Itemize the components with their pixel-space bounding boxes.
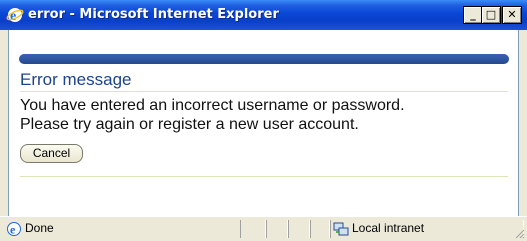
status-pane [240, 220, 266, 238]
cancel-button[interactable]: Cancel [20, 144, 83, 163]
page-content: Error message You have entered an incorr… [8, 30, 519, 216]
close-button[interactable]: ✕ [502, 6, 522, 24]
resize-grip-icon[interactable] [513, 227, 525, 239]
svg-text:e: e [10, 223, 16, 237]
intranet-icon [333, 222, 349, 236]
minimize-button[interactable]: _ [463, 6, 483, 24]
message-line-1: You have entered an incorrect username o… [20, 97, 405, 114]
ie-icon: e [6, 8, 24, 24]
status-pane [266, 220, 288, 238]
status-bar: e Done Local intranet [0, 216, 527, 241]
browser-window: e error - Microsoft Internet Explorer _ … [0, 0, 527, 241]
error-message: You have entered an incorrect username o… [20, 96, 512, 134]
divider [20, 176, 508, 177]
status-pane [310, 220, 330, 238]
page-title: Error message [20, 70, 132, 89]
ie-page-icon: e [7, 222, 21, 237]
header-bar [19, 54, 509, 64]
window-title: error - Microsoft Internet Explorer [28, 7, 279, 22]
title-bar[interactable]: e error - Microsoft Internet Explorer _ … [0, 0, 527, 30]
maximize-button[interactable]: □ [481, 6, 501, 24]
divider [20, 91, 508, 92]
zone-text: Local intranet [352, 221, 425, 235]
status-text: Done [25, 221, 54, 235]
status-pane [288, 220, 310, 238]
message-line-2: Please try again or register a new user … [20, 116, 359, 133]
